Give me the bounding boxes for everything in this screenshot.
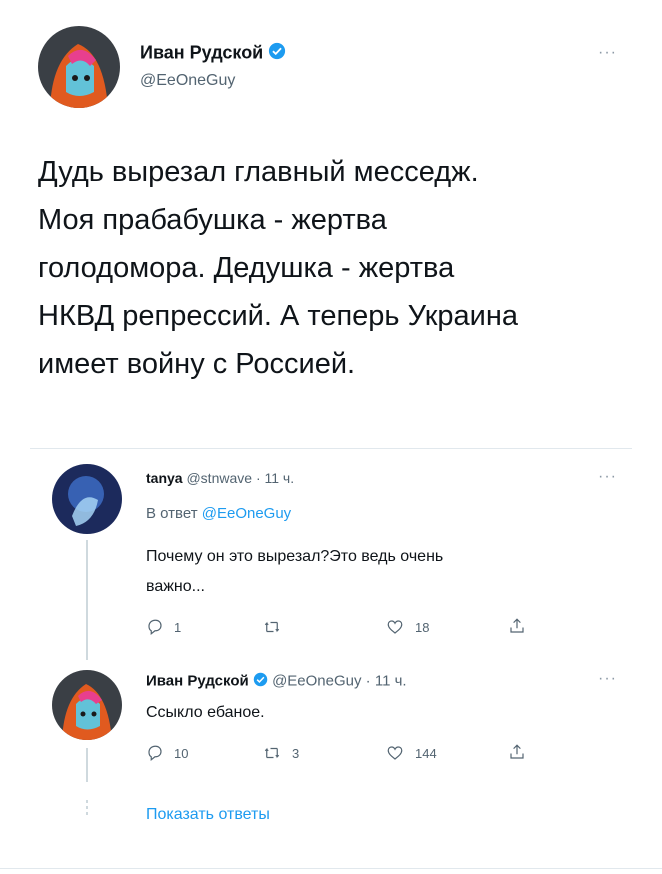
retweet-icon (264, 747, 280, 759)
retweet-count: 3 (292, 745, 300, 761)
reply-count: 1 (174, 619, 182, 635)
retweet-icon (264, 621, 280, 633)
tweet-text-line: Дудь вырезал главный месседж. (38, 156, 479, 188)
thread-line (86, 748, 88, 782)
thread-line (86, 540, 88, 660)
verified-badge-icon (253, 672, 268, 691)
retweet-button[interactable] (262, 618, 292, 636)
like-count: 18 (415, 619, 430, 635)
timestamp[interactable]: · 11 ч. (256, 470, 294, 486)
avatar[interactable] (52, 670, 122, 740)
more-options-icon[interactable]: ··· (598, 468, 617, 486)
show-replies-link[interactable]: Показать ответы (146, 806, 270, 824)
reply-context-label: В ответ (146, 505, 198, 522)
reply-text-line: Почему он это вырезал?Это ведь очень (146, 548, 444, 565)
timestamp[interactable]: · 11 ч. (366, 672, 407, 689)
reply-text-line: важно... (146, 578, 205, 595)
author-handle[interactable]: @EeOneGuy (140, 72, 235, 90)
reply-button[interactable]: 1 (146, 618, 181, 636)
tweet-text-line: имеет войну с Россией. (38, 348, 356, 380)
reply-icon (148, 619, 162, 635)
author-name[interactable]: tanya (146, 470, 183, 486)
verified-badge-icon (268, 42, 286, 65)
author-handle[interactable]: @stnwave (186, 470, 252, 486)
like-button[interactable]: 144 (385, 744, 437, 762)
thread-ellipsis-icon (84, 800, 90, 815)
reply-icon (148, 745, 162, 761)
like-count: 144 (415, 745, 437, 761)
share-button[interactable] (508, 616, 526, 636)
author-name[interactable]: Иван Рудской (140, 42, 263, 62)
share-icon (510, 618, 524, 633)
share-button[interactable] (508, 742, 526, 762)
reply-text: Почему он это вырезал?Это ведь очень важ… (146, 542, 443, 602)
author-handle[interactable]: @EeOneGuy (272, 672, 361, 689)
heart-icon (387, 746, 403, 760)
tweet-text-line: НКВД репрессий. А теперь Украина (38, 300, 518, 332)
avatar[interactable] (38, 26, 120, 108)
tweet-text: Дудь вырезал главный месседж. Моя прабаб… (38, 148, 518, 388)
divider (30, 448, 632, 449)
reply-context-handle[interactable]: @EeOneGuy (202, 505, 291, 522)
reply-button[interactable]: 10 (146, 744, 188, 762)
reply-count: 10 (174, 745, 189, 761)
avatar[interactable] (52, 464, 122, 534)
reply-text: Ссыкло ебаное. (146, 704, 265, 721)
more-options-icon[interactable]: ··· (598, 44, 617, 62)
share-icon (510, 744, 524, 759)
tweet-text-line: Моя прабабушка - жертва (38, 204, 387, 236)
tweet-text-line: голодомора. Дедушка - жертва (38, 252, 455, 284)
like-button[interactable]: 18 (385, 618, 429, 636)
bottom-divider (0, 868, 662, 869)
author-name[interactable]: Иван Рудской (146, 672, 249, 689)
heart-icon (387, 620, 403, 634)
more-options-icon[interactable]: ··· (598, 670, 617, 688)
retweet-button[interactable]: 3 (262, 744, 299, 762)
